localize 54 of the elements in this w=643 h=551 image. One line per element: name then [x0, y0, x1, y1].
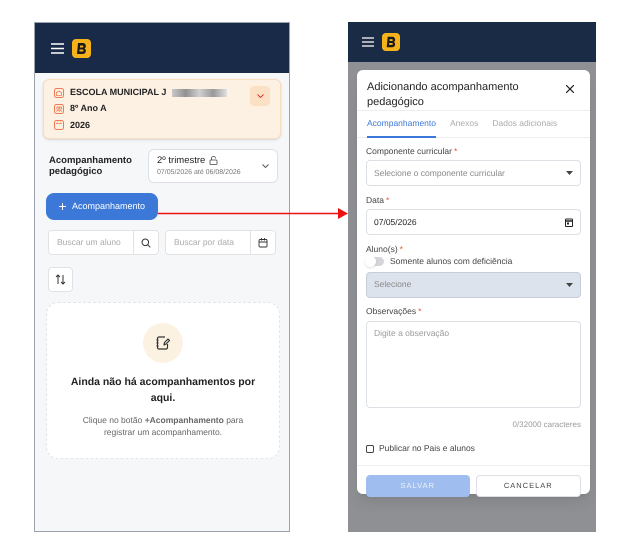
calendar-icon[interactable] — [258, 238, 268, 248]
select-field[interactable]: Selecione o componente curricular — [366, 160, 581, 186]
field-label: Data — [366, 194, 384, 206]
search-box[interactable]: Buscar um aluno — [48, 230, 159, 255]
app-logo — [382, 33, 400, 51]
plus-icon — [58, 203, 66, 210]
field-label: Observações — [366, 305, 416, 318]
add-button[interactable]: Acompanhamento — [46, 193, 158, 220]
notebook-icon — [143, 323, 183, 363]
required-mark: * — [400, 242, 403, 256]
character-counter: 0/32000 caracteres — [512, 418, 581, 431]
toggle-switch[interactable] — [366, 256, 384, 266]
tab[interactable]: Anexos — [450, 111, 478, 138]
dialog-title: Adicionando acompanhamento pedagógico — [367, 80, 520, 110]
chevron-down-icon — [262, 164, 269, 168]
menu-icon[interactable] — [362, 37, 374, 47]
section-title: Acompanhamento pedagógico — [49, 155, 133, 177]
class-name: 8º Ano A — [70, 102, 107, 116]
field-label: Componente curricular — [366, 144, 452, 158]
sort-icon — [55, 274, 66, 285]
close-icon[interactable] — [566, 85, 574, 93]
date-field[interactable]: 07/05/2026 — [366, 209, 581, 235]
tab[interactable]: Acompanhamento — [367, 111, 436, 138]
school-icon — [54, 88, 64, 98]
dropdown-icon — [566, 171, 573, 175]
checkbox-label: Publicar no Pais e alunos — [379, 442, 475, 456]
school-name: ESCOLA MUNICIPAL J — [70, 86, 166, 99]
calendar-icon[interactable] — [565, 218, 573, 226]
checkbox[interactable] — [366, 444, 374, 453]
required-mark: * — [386, 194, 390, 206]
period-name: 2º trimestre — [157, 154, 206, 168]
search-icon[interactable] — [141, 238, 151, 248]
school-year: 2026 — [70, 118, 90, 132]
people-icon — [54, 104, 64, 114]
app-logo — [72, 38, 91, 58]
date-search-field[interactable]: Buscar por data — [166, 231, 250, 254]
observation-field[interactable]: Digite a observação — [366, 320, 581, 408]
expand-button[interactable] — [250, 86, 270, 106]
search-field[interactable]: Buscar um aluno — [49, 231, 133, 254]
lock-icon — [209, 156, 218, 166]
date-search-box[interactable]: Buscar por data — [165, 230, 276, 255]
required-mark: * — [418, 305, 422, 318]
dropdown-icon — [566, 282, 573, 287]
tab[interactable]: Dados adicionais — [492, 111, 558, 138]
required-mark: * — [454, 144, 458, 158]
empty-state-message: Clique no botão +Acompanhamento para registrar um acompanhamento. — [82, 414, 244, 438]
chevron-down-icon — [256, 94, 264, 98]
empty-state-title: Ainda não há acompanhamentos por aqui. — [70, 375, 256, 406]
toggle-label: Somente alunos com deficiência — [390, 255, 512, 268]
sort-button[interactable] — [48, 267, 73, 292]
redacted-block — [172, 88, 228, 97]
select-field[interactable]: Selecione — [366, 272, 581, 298]
calendar-icon — [54, 120, 64, 130]
field-label: Aluno(s) — [366, 242, 398, 256]
